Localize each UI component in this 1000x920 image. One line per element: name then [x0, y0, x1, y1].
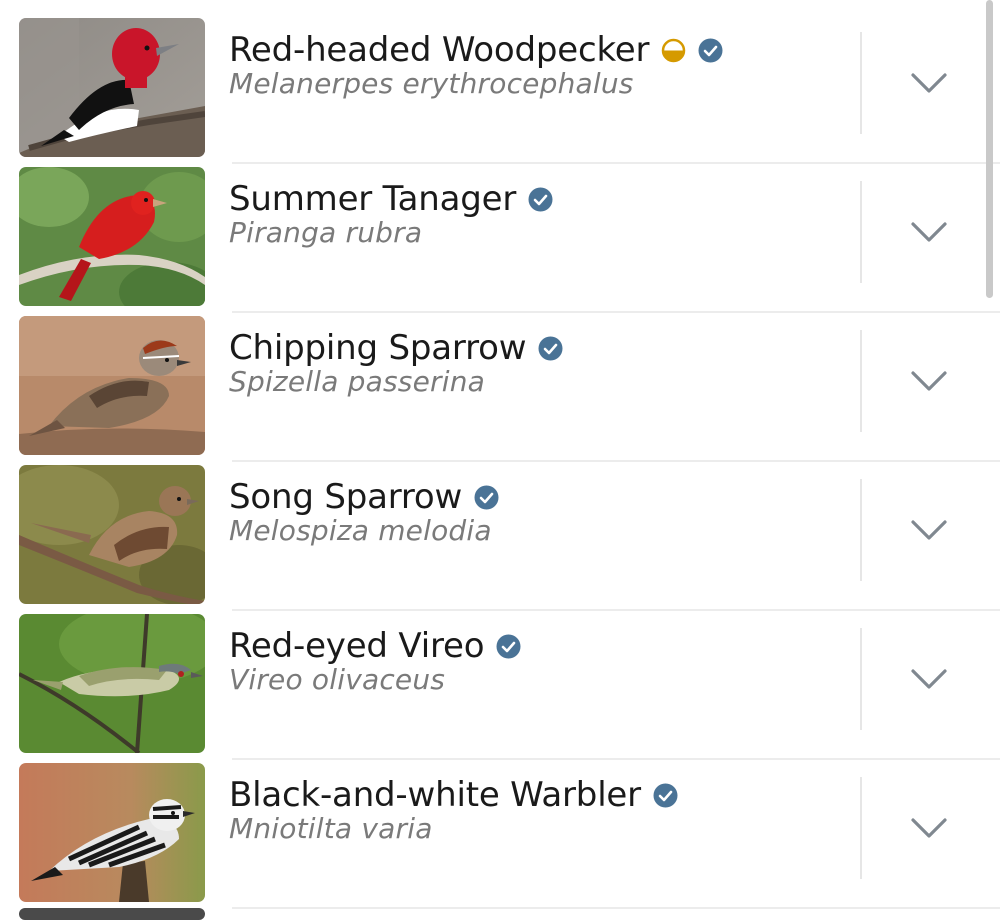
bird-photo[interactable] — [19, 908, 205, 920]
list-item[interactable]: Black-and-white Warbler Mniotilta varia — [0, 745, 1000, 909]
bird-photo[interactable] — [19, 614, 205, 753]
list-item[interactable]: Summer Tanager Piranga rubra — [0, 149, 1000, 313]
verified-check-icon — [528, 187, 553, 212]
chevron-down-icon[interactable] — [906, 661, 952, 697]
chevron-down-icon[interactable] — [906, 363, 952, 399]
row-separator — [232, 907, 1000, 909]
bird-text: Song Sparrow Melospiza melodia — [229, 474, 849, 547]
scrollbar[interactable] — [986, 0, 993, 298]
divider — [860, 628, 862, 730]
divider — [860, 181, 862, 283]
chevron-down-icon[interactable] — [906, 65, 952, 101]
verified-check-icon — [538, 336, 563, 361]
bird-text: Red-headed Woodpecker Melanerpes erythro… — [229, 27, 849, 100]
scientific-name: Piranga rubra — [229, 216, 423, 249]
divider — [860, 330, 862, 432]
bird-photo[interactable] — [19, 167, 205, 306]
divider — [860, 479, 862, 581]
list-item[interactable]: Song Sparrow Melospiza melodia — [0, 447, 1000, 611]
bird-photo[interactable] — [19, 465, 205, 604]
scientific-name: Melospiza melodia — [229, 514, 492, 547]
common-name: Red-headed Woodpecker — [229, 30, 650, 70]
bird-text: Summer Tanager Piranga rubra — [229, 176, 849, 249]
list-item[interactable]: Chipping Sparrow Spizella passerina — [0, 298, 1000, 462]
half-circle-icon — [661, 38, 686, 63]
woodpecker-photo — [19, 18, 205, 157]
common-name: Black-and-white Warbler — [229, 775, 641, 815]
bird-text: Black-and-white Warbler Mniotilta varia — [229, 772, 849, 845]
chipping-sparrow-photo — [19, 316, 205, 455]
scientific-name: Mniotilta varia — [229, 812, 433, 845]
vireo-photo — [19, 614, 205, 753]
bird-text: Red-eyed Vireo Vireo olivaceus — [229, 623, 849, 696]
scientific-name: Spizella passerina — [229, 365, 485, 398]
bird-text: Chipping Sparrow Spizella passerina — [229, 325, 849, 398]
tanager-photo — [19, 167, 205, 306]
chevron-down-icon[interactable] — [906, 810, 952, 846]
verified-check-icon — [653, 783, 678, 808]
warbler-photo — [19, 763, 205, 902]
verified-check-icon — [698, 38, 723, 63]
scientific-name: Melanerpes erythrocephalus — [229, 67, 634, 100]
bird-photo[interactable] — [19, 763, 205, 902]
divider — [860, 32, 862, 134]
chevron-down-icon[interactable] — [906, 214, 952, 250]
song-sparrow-photo — [19, 465, 205, 604]
common-name: Summer Tanager — [229, 179, 517, 219]
chevron-down-icon[interactable] — [906, 512, 952, 548]
verified-check-icon — [496, 634, 521, 659]
divider — [860, 777, 862, 879]
bird-photo[interactable] — [19, 316, 205, 455]
common-name: Chipping Sparrow — [229, 328, 527, 368]
common-name: Song Sparrow — [229, 477, 463, 517]
scientific-name: Vireo olivaceus — [229, 663, 446, 696]
verified-check-icon — [474, 485, 499, 510]
list-item[interactable]: Red-eyed Vireo Vireo olivaceus — [0, 596, 1000, 760]
common-name: Red-eyed Vireo — [229, 626, 485, 666]
bird-photo[interactable] — [19, 18, 205, 157]
species-list: Red-headed Woodpecker Melanerpes erythro… — [0, 0, 1000, 920]
list-item[interactable]: Red-headed Woodpecker Melanerpes erythro… — [0, 0, 1000, 164]
